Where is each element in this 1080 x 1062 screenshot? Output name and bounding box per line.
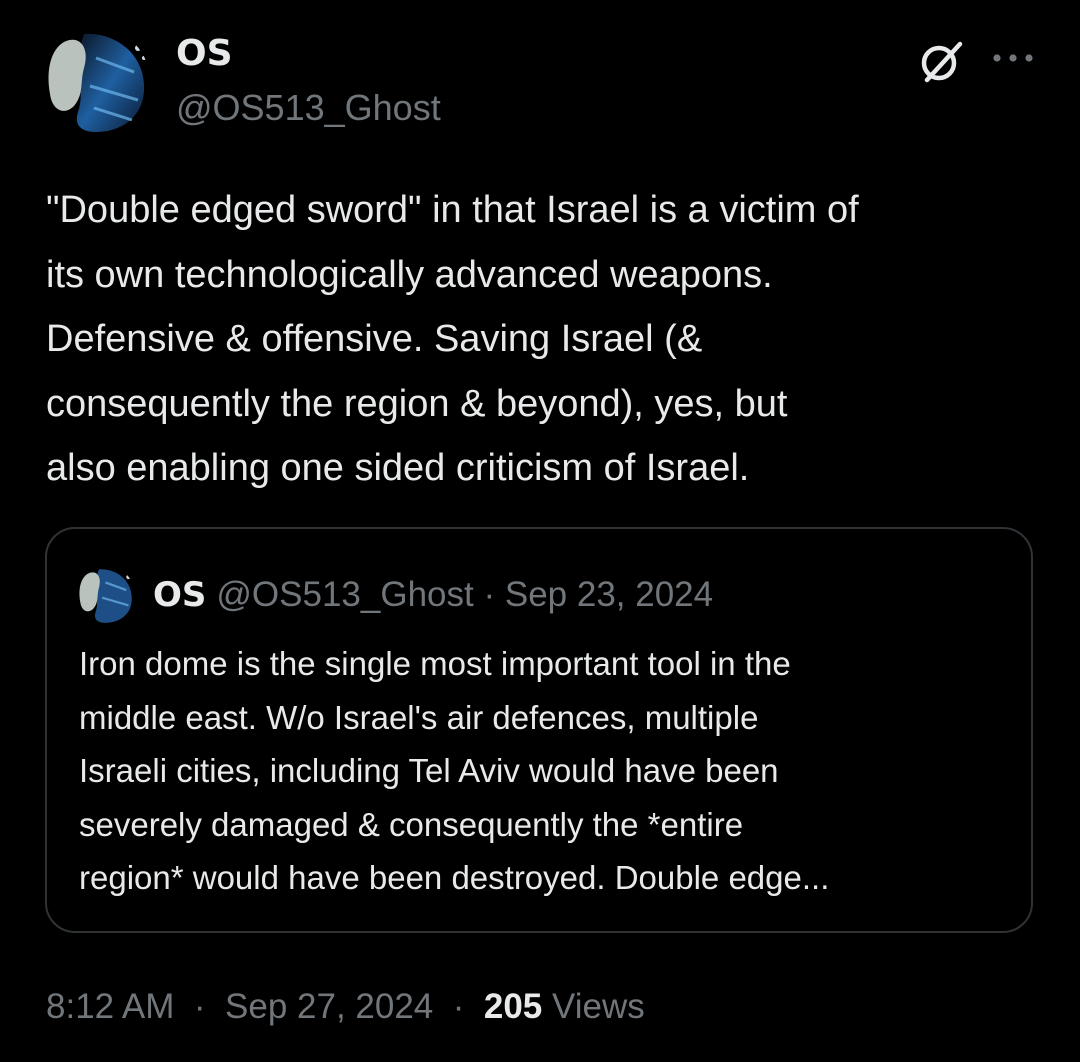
grok-icon[interactable] <box>916 36 966 86</box>
quoted-separator: · <box>474 575 505 615</box>
quoted-avatar <box>77 566 135 624</box>
author-handle[interactable]: @OS513_Ghost <box>176 86 441 130</box>
avatar-image <box>44 28 150 134</box>
footer-separator-2: · <box>443 987 474 1026</box>
quoted-avatar-image <box>77 566 135 624</box>
tweet-time[interactable]: 8:12 AM <box>46 987 174 1026</box>
quoted-handle: @OS513_Ghost <box>216 575 474 614</box>
avatar[interactable] <box>44 28 150 134</box>
quoted-tweet-header: OS @OS513_Ghost · Sep 23, 2024 <box>77 566 714 624</box>
footer-separator-dot-1: · <box>193 987 206 1026</box>
grok-icon-glyph <box>921 41 963 83</box>
quoted-display-name: OS <box>153 575 207 615</box>
tweet-header: OS @OS513_Ghost <box>44 28 1044 138</box>
tweet-text: "Double edged sword" in that Israel is a… <box>46 189 859 489</box>
quoted-tweet-card[interactable]: OS @OS513_Ghost · Sep 23, 2024 Iron dome… <box>45 527 1033 933</box>
more-icon[interactable] <box>990 48 1036 68</box>
quoted-date: Sep 23, 2024 <box>504 575 714 614</box>
more-icon-glyph <box>993 54 1033 62</box>
views-count: 205 <box>483 987 543 1026</box>
author-names: OS @OS513_Ghost <box>176 32 441 130</box>
tweet-footer: 8:12 AM · Sep 27, 2024 · 205 Views <box>46 984 645 1030</box>
tweet-detail: OS @OS513_Ghost "Double edged sword" in … <box>0 0 1080 1062</box>
author-display-name[interactable]: OS <box>176 32 441 76</box>
quoted-tweet-text: Iron dome is the single most important t… <box>79 645 830 896</box>
footer-separator: · <box>184 987 215 1026</box>
views-label: Views <box>552 987 645 1026</box>
tweet-date[interactable]: Sep 27, 2024 <box>225 987 433 1026</box>
footer-separator-dot-2: · <box>452 987 465 1026</box>
quoted-separator-dot: · <box>483 575 496 614</box>
